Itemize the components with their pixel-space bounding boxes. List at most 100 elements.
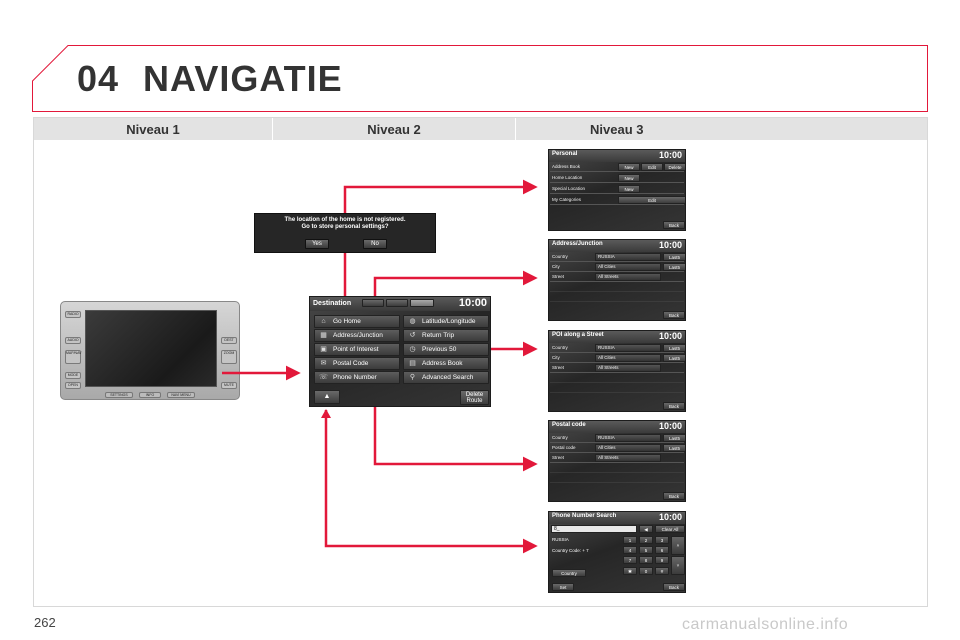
list-tab[interactable] <box>362 299 384 307</box>
key-2[interactable]: 2 <box>639 536 653 544</box>
poi-icon: ▣ <box>320 346 327 353</box>
last5-button[interactable]: Last5 <box>663 253 685 261</box>
clear-all-button[interactable]: Clear All <box>655 525 685 533</box>
row-label: Country <box>552 435 568 440</box>
delete-route-button[interactable]: Delete Route <box>460 390 489 405</box>
disabled-row <box>550 283 684 292</box>
street-field[interactable]: All Streets <box>595 364 661 372</box>
last5-button[interactable]: Last5 <box>663 444 685 452</box>
city-field[interactable]: All Cities <box>595 263 661 271</box>
city-row[interactable]: City All Cities Last5 <box>550 263 685 272</box>
row-label: Home Location <box>552 175 583 180</box>
key-0[interactable]: 0 <box>639 567 653 575</box>
point-of-interest-button[interactable]: ▣ Point of Interest <box>314 343 400 356</box>
postal-code-label: Postal Code <box>333 360 369 367</box>
last5-button[interactable]: Last5 <box>663 344 685 352</box>
my-categories-row: My Categories Edit <box>550 196 685 205</box>
settings-button[interactable]: SETTINGS <box>105 392 133 398</box>
back-button[interactable]: Back <box>663 311 685 319</box>
last5-button[interactable]: Last5 <box>663 263 685 271</box>
key-3[interactable]: 3 <box>655 536 669 544</box>
country-row[interactable]: Country RUSSIA Last5 <box>550 434 685 443</box>
back-button[interactable]: Back <box>663 402 685 410</box>
mute-button[interactable]: MUTE <box>221 382 237 389</box>
street-field[interactable]: All Streets <box>595 273 661 281</box>
set-button[interactable]: Set <box>552 583 574 591</box>
navi-menu-button[interactable]: NAVI MENU <box>167 392 195 398</box>
city-field[interactable]: All Cities <box>595 354 661 362</box>
country-row[interactable]: Country RUSSIA Last5 <box>550 253 685 262</box>
postal-code-value: All Cities <box>598 445 616 450</box>
key-hash[interactable]: # <box>655 567 669 575</box>
scroll-down-key[interactable]: ˅ <box>671 556 685 575</box>
back-button[interactable]: Back <box>663 221 685 229</box>
map-nav-button[interactable]: MAP/NAV <box>65 350 82 364</box>
dest-button[interactable]: DEST <box>221 337 237 344</box>
globe-icon: ◍ <box>409 318 416 325</box>
city-row[interactable]: City All Cities Last5 <box>550 354 685 363</box>
zoom-button[interactable]: ZOOM <box>221 350 237 364</box>
phone-number-search-screen: Phone Number Search 10:00 8_ ◀ Clear All… <box>548 511 686 593</box>
new-button[interactable]: New <box>618 174 640 182</box>
key-7[interactable]: 7 <box>623 556 637 564</box>
edit-button[interactable]: Edit <box>641 163 663 171</box>
key-star[interactable]: ✱ <box>623 567 637 575</box>
previous-50-button[interactable]: ◷ Previous 50 <box>403 343 489 356</box>
poi-along-street-screen: POI along a Street 10:00 Country RUSSIA … <box>548 330 686 412</box>
address-junction-button[interactable]: ▦ Address/Junction <box>314 329 400 342</box>
last5-button[interactable]: Last5 <box>663 434 685 442</box>
postal-code-row[interactable]: Postal code All Cities Last5 <box>550 444 685 453</box>
country-field[interactable]: RUSSIA <box>595 434 661 442</box>
address-book-button[interactable]: ▤ Address Book <box>403 357 489 370</box>
street-field[interactable]: All Streets <box>595 454 661 462</box>
street-row[interactable]: Street All Streets <box>550 364 684 373</box>
screen-title: Address/Junction <box>552 241 603 247</box>
last5-button[interactable]: Last5 <box>663 354 685 362</box>
radio-button[interactable]: RADIO <box>65 311 81 318</box>
back-button[interactable]: Back <box>663 583 685 591</box>
mode-button[interactable]: MODE <box>65 372 81 379</box>
open-button[interactable]: OPEN <box>65 382 81 389</box>
new-button[interactable]: New <box>618 163 640 171</box>
new-button[interactable]: New <box>618 185 640 193</box>
country-button[interactable]: Country <box>552 569 586 577</box>
phone-number-button[interactable]: ☏ Phone Number <box>314 371 400 384</box>
delete-button[interactable]: Delete <box>664 163 685 171</box>
key-8[interactable]: 8 <box>639 556 653 564</box>
street-row[interactable]: Street All Streets <box>550 273 684 282</box>
edit-button[interactable]: Edit <box>618 196 685 204</box>
phone-input[interactable]: 8_ <box>551 525 637 533</box>
return-trip-button[interactable]: ↺ Return Trip <box>403 329 489 342</box>
backspace-button[interactable]: ◀ <box>639 525 653 533</box>
key-9[interactable]: 9 <box>655 556 669 564</box>
advanced-search-button[interactable]: ⚲ Advanced Search <box>403 371 489 384</box>
scroll-up-key[interactable]: ˄ <box>671 536 685 555</box>
home-icon: ⌂ <box>321 318 326 325</box>
street-row[interactable]: Street All Streets <box>550 454 684 463</box>
country-field[interactable]: RUSSIA <box>595 344 661 352</box>
latitude-longitude-button[interactable]: ◍ Latitude/Longitude <box>403 315 489 328</box>
mode-tab[interactable] <box>386 299 408 307</box>
key-1[interactable]: 1 <box>623 536 637 544</box>
no-button[interactable]: No <box>363 239 387 249</box>
postal-code-button[interactable]: ✉ Postal Code <box>314 357 400 370</box>
view-tab[interactable] <box>410 299 434 307</box>
back-button[interactable]: Back <box>663 492 685 500</box>
scroll-up-button[interactable]: ▲ <box>314 390 340 404</box>
audio-button[interactable]: AUDIO <box>65 337 81 344</box>
previous-50-label: Previous 50 <box>422 346 457 353</box>
key-5[interactable]: 5 <box>639 546 653 554</box>
country-field[interactable]: RUSSIA <box>595 253 661 261</box>
watermark: carmanualsonline.info <box>682 616 849 633</box>
row-label: Country <box>552 254 568 259</box>
yes-button[interactable]: Yes <box>305 239 329 249</box>
country-row[interactable]: Country RUSSIA Last5 <box>550 344 685 353</box>
info-button[interactable]: INFO <box>139 392 161 398</box>
home-not-registered-dialog: The location of the home is not register… <box>254 213 436 253</box>
key-6[interactable]: 6 <box>655 546 669 554</box>
key-4[interactable]: 4 <box>623 546 637 554</box>
row-label: My Categories <box>552 197 582 202</box>
postal-code-field[interactable]: All Cities <box>595 444 661 452</box>
go-home-button[interactable]: ⌂ Go Home <box>314 315 400 328</box>
advanced-search-label: Advanced Search <box>422 374 474 381</box>
